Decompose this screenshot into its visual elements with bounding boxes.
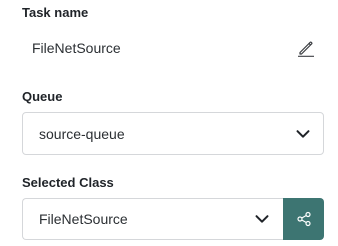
chevron-down-icon — [252, 209, 272, 229]
selected-class-value: FileNetSource — [39, 211, 128, 227]
selected-class-select[interactable]: FileNetSource — [22, 198, 284, 240]
pencil-icon — [298, 41, 314, 57]
queue-select[interactable]: source-queue — [22, 112, 324, 155]
share-button[interactable] — [283, 198, 324, 240]
task-config-panel: Task name FileNetSource Queue source-que… — [0, 0, 338, 246]
queue-selected-value: source-queue — [39, 125, 125, 142]
edit-task-name-button[interactable] — [294, 36, 318, 60]
queue-label: Queue — [22, 89, 63, 104]
task-name-row: FileNetSource — [22, 33, 324, 63]
share-icon — [296, 211, 311, 227]
task-name-value: FileNetSource — [32, 40, 121, 56]
selected-class-label: Selected Class — [22, 175, 114, 190]
task-name-label: Task name — [22, 5, 89, 20]
chevron-down-icon — [293, 124, 313, 144]
